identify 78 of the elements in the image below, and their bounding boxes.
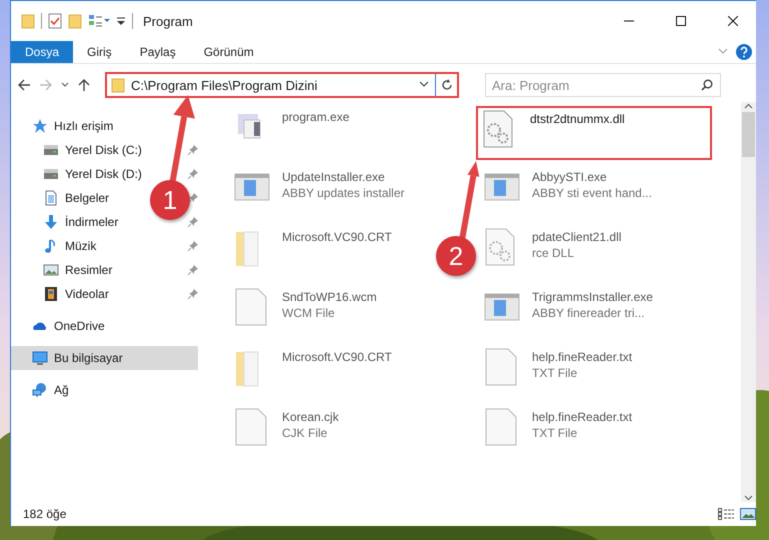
scroll-up-icon [744,102,753,110]
file-name[interactable]: SndToWP16.wcm [282,290,377,304]
star-icon [32,118,48,134]
sidebar-item[interactable]: Ağ [11,378,73,402]
folder-icon[interactable] [68,13,82,29]
scrollbar[interactable] [741,102,756,502]
drive-icon [43,142,59,158]
pin-icon[interactable] [188,169,198,179]
file-name[interactable]: pdateClient21.dll [532,230,622,244]
forward-icon [39,78,53,92]
file-description: TXT File [532,366,578,380]
network-icon [32,382,48,398]
file-description: TXT File [532,426,578,440]
ribbon-tab[interactable]: Görünüm [190,41,268,63]
refresh-icon [440,79,452,91]
pin-icon[interactable] [188,241,198,251]
properties-icon[interactable] [88,13,110,29]
down-arrow-icon [43,214,59,230]
address-bar[interactable]: C:\Program Files\Program Dizini [105,72,459,98]
file-name[interactable]: Korean.cjk [282,410,339,424]
window-title: Program [143,14,193,28]
sidebar-item[interactable]: Yerel Disk (C:) [11,138,146,162]
sidebar-item[interactable]: Belgeler [11,186,114,210]
image-icon [43,262,59,278]
file-name[interactable]: help.fineReader.txt [532,410,632,424]
pin-icon[interactable] [188,145,198,155]
sidebar-item[interactable]: İndirmeler [11,210,122,234]
pin-icon[interactable] [188,193,198,203]
forward-button[interactable] [39,78,53,92]
file-name[interactable]: AbbyySTI.exe [532,170,652,184]
sidebar-item[interactable]: Müzik [11,234,100,258]
search-field[interactable]: Ara: Program [485,73,721,97]
file-description: WCM File [282,306,336,320]
file-name[interactable]: dtstr2dtnummx.dll [530,112,625,126]
ribbon-tab[interactable]: Dosya [11,41,74,63]
pin-icon[interactable] [188,289,198,299]
checklist-icon[interactable] [48,13,62,29]
pin-icon[interactable] [188,265,198,275]
file-name[interactable]: TrigrammsInstaller.exe [532,290,653,304]
up-arrow-button[interactable] [77,78,91,92]
file-name[interactable]: help.fineReader.txt [532,350,632,364]
film-icon [43,286,59,302]
pin-icon[interactable] [188,217,198,227]
details-view-icon[interactable] [718,508,734,520]
file-description: ABBY sti event hand... [532,186,652,200]
drive-icon [43,166,59,182]
up-arrow-icon [77,78,91,92]
sidebar-item[interactable]: Hızlı erişim [11,114,118,138]
file-name[interactable]: Microsoft.VC90.CRT [282,350,392,364]
file-description: CJK File [282,426,328,440]
sidebar-item[interactable]: Bu bilgisayar [11,346,198,370]
item-count: 182 öğe [23,507,68,521]
file-description: ABBY finereader tri... [532,306,646,320]
file-description: ABBY updates installer [282,186,405,200]
folder-icon [111,77,125,93]
scroll-thumb[interactable] [742,112,755,157]
ribbon-tab[interactable]: Giriş [73,41,126,63]
monitor-icon [32,350,48,366]
file-description: rce DLL [532,246,576,260]
chevron-icon[interactable] [419,81,429,89]
file-name[interactable]: UpdateInstaller.exe [282,170,405,184]
maximize-icon [676,16,686,26]
folder-icon[interactable] [21,13,35,29]
ribbon-tab[interactable]: Paylaş [126,41,190,63]
back-button[interactable] [17,78,31,92]
back-icon [17,78,31,92]
address-path: C:\Program Files\Program Dizini [131,78,318,92]
tiles-view-icon[interactable] [740,508,756,520]
file-name[interactable]: program.exe [282,110,350,124]
file-name[interactable]: Microsoft.VC90.CRT [282,230,392,244]
sidebar-item[interactable]: Videolar [11,282,113,306]
sidebar-item[interactable]: Resimler [11,258,116,282]
scroll-down-icon [744,494,753,502]
close-icon [728,16,738,26]
help-icon[interactable] [736,44,752,60]
document-icon [43,190,59,206]
sidebar-item[interactable]: Yerel Disk (D:) [11,162,146,186]
sidebar-item[interactable]: OneDrive [11,314,109,338]
